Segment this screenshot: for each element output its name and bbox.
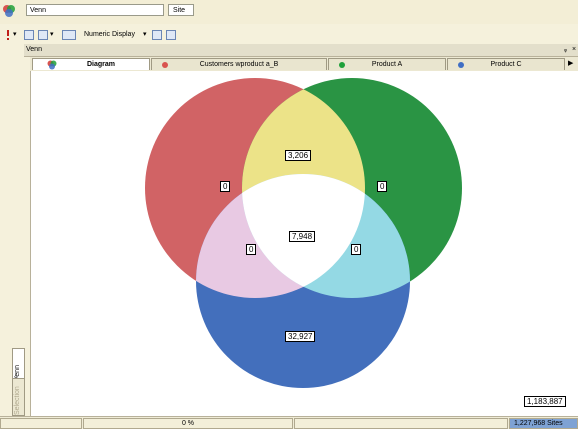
tab-product-c[interactable]: Product C <box>447 58 565 70</box>
title-bar: Venn Site <box>0 0 578 24</box>
tab-selection-side[interactable]: Selection <box>12 378 25 416</box>
numeric-display-dropdown[interactable]: Numeric Display <box>84 29 135 41</box>
venn-app-icon <box>3 5 15 17</box>
tab-product-a-label: Product A <box>371 61 403 68</box>
value-green-blue: 0 <box>351 244 362 255</box>
tab-selection-side-label: Selection <box>14 386 21 415</box>
status-percent: 0 % <box>83 418 293 429</box>
chevron-down-icon[interactable]: ▾ <box>13 29 17 41</box>
red-dot-icon <box>162 62 168 68</box>
tab-product-a[interactable]: Product A <box>328 58 446 70</box>
toolbar: ▾ ▾ Numeric Display ▾ <box>0 28 578 44</box>
export-icon[interactable] <box>152 30 162 40</box>
venn-name-field[interactable]: Venn <box>26 4 164 16</box>
status-sites: 1,227,968 Sites <box>509 418 578 429</box>
value-outside-total: 1,183,887 <box>524 396 566 407</box>
copy-icon[interactable] <box>166 30 176 40</box>
site-button[interactable]: Site <box>168 4 194 16</box>
close-icon[interactable]: × <box>572 44 576 56</box>
tab-bar: Diagram Customers wproduct a_B Product A… <box>30 57 578 71</box>
tab-diagram-label: Diagram <box>86 61 115 68</box>
venn-icon <box>47 60 57 70</box>
tab-scroll-icon[interactable]: ▶ <box>568 59 573 67</box>
tab-customers-wproduct[interactable]: Customers wproduct a_B <box>151 58 327 70</box>
value-blue-only: 32,927 <box>285 331 316 342</box>
tab-diagram[interactable]: Diagram <box>32 58 150 70</box>
exclamation-icon[interactable] <box>4 29 12 41</box>
value-red-only: 0 <box>220 181 231 192</box>
chevron-down-icon[interactable]: ▾ <box>143 29 147 41</box>
diagram-canvas: 0 0 3,206 7,948 0 0 32,927 1,183,887 <box>31 71 578 416</box>
blue-dot-icon <box>458 62 464 68</box>
panel-header: Venn ᵩ × <box>24 44 578 57</box>
value-red-blue: 0 <box>246 244 257 255</box>
panel-title: Venn <box>26 46 42 53</box>
status-segment <box>294 418 508 429</box>
tab-product-c-label: Product C <box>490 61 522 68</box>
green-dot-icon <box>339 62 345 68</box>
value-red-green: 3,206 <box>285 150 312 161</box>
tab-customers-label: Customers wproduct a_B <box>199 61 279 68</box>
pin-icon[interactable]: ᵩ <box>564 44 567 56</box>
value-green-only: 0 <box>377 181 388 192</box>
document-icon[interactable] <box>38 30 48 40</box>
table-icon[interactable] <box>24 30 34 40</box>
value-all: 7,948 <box>289 231 316 242</box>
chevron-down-icon[interactable]: ▾ <box>50 29 54 41</box>
side-tab-strip: Venn Selection <box>0 44 31 416</box>
venn-diagram <box>145 78 462 388</box>
status-bar: 0 % 1,227,968 Sites <box>0 416 578 429</box>
numeric-icon[interactable] <box>62 30 76 40</box>
status-segment <box>0 418 82 429</box>
